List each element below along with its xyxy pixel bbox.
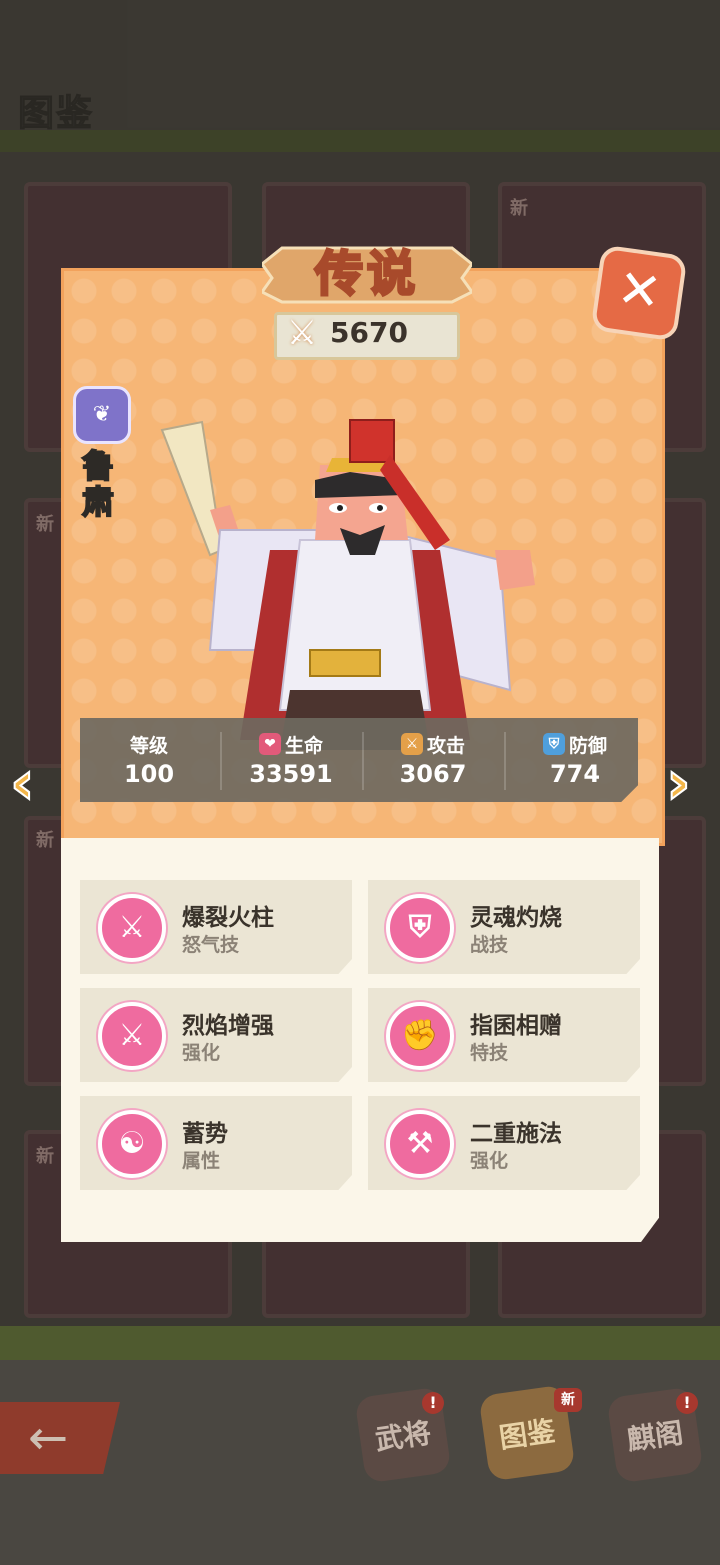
stat-value: 100	[123, 760, 175, 788]
skill-type: 强化	[470, 1150, 509, 1172]
stat-value: 33591	[249, 760, 333, 788]
skill-card[interactable]: ✊ 指囷相赠 特技	[368, 988, 640, 1082]
stat-attack: ⚔ 攻击 3067	[368, 730, 498, 788]
axe-icon: ⚒	[386, 1110, 454, 1178]
skill-name: 指囷相赠	[470, 1013, 562, 1039]
heart-icon: ❤	[258, 733, 281, 755]
skill-name: 烈焰增强	[182, 1013, 274, 1039]
bottom-bar	[0, 1360, 720, 1565]
skill-name: 爆裂火柱	[182, 905, 274, 931]
stat-label: 等级	[129, 734, 168, 757]
nav-tab-label: 将	[400, 1416, 434, 1453]
power-value: 5670	[330, 316, 408, 349]
skill-card[interactable]: ⚔ 烈焰增强 强化	[80, 988, 352, 1082]
skill-type: 强化	[182, 1042, 221, 1064]
fist-icon: ✊	[386, 1002, 454, 1070]
shield-icon: ⛨	[542, 733, 565, 755]
new-badge: 新	[554, 1388, 582, 1412]
skill-type: 怒气技	[182, 934, 240, 956]
dragon-icon: ☯	[98, 1110, 166, 1178]
stat-divider	[220, 732, 222, 790]
skill-type: 战技	[470, 934, 509, 956]
skill-type: 属性	[182, 1150, 221, 1172]
footer-divider	[0, 1326, 720, 1360]
nav-tab-label: 鉴	[524, 1414, 558, 1451]
hero-portrait	[160, 419, 535, 750]
flame-sword-icon: ⚔	[98, 1002, 166, 1070]
soul-shield-icon: ⛨	[386, 894, 454, 962]
stat-level: 等级 100	[84, 730, 214, 789]
stat-hp: ❤ 生命 33591	[226, 730, 356, 788]
hero-name: 鲁肃	[81, 447, 115, 521]
stat-value: 3067	[399, 760, 467, 788]
stat-value: 774	[549, 760, 601, 788]
stat-divider	[362, 732, 364, 790]
stat-label: 防御	[568, 734, 607, 757]
skill-card[interactable]: ⚒ 二重施法 强化	[368, 1096, 640, 1190]
stat-label: 攻击	[426, 734, 465, 757]
rarity-label: 传说	[313, 245, 419, 304]
stat-divider	[504, 732, 506, 790]
skill-name: 蓄势	[182, 1121, 228, 1147]
prev-hero-arrow-icon[interactable]: ‹	[9, 747, 36, 819]
back-arrow-icon: ←	[28, 1410, 69, 1466]
stat-defense: ⛨ 防御 774	[510, 730, 640, 788]
skill-card[interactable]: ☯ 蓄势 属性	[80, 1096, 352, 1190]
sword-icon: ⚔	[400, 733, 423, 755]
skill-type: 特技	[470, 1042, 509, 1064]
skill-name: 灵魂灼烧	[470, 905, 562, 931]
nav-tab-label: 阁	[652, 1416, 686, 1453]
close-button[interactable]: ✕	[590, 244, 688, 342]
skill-name: 二重施法	[470, 1121, 562, 1147]
next-hero-arrow-icon[interactable]: ›	[665, 747, 692, 819]
skill-card[interactable]: ⛨ 灵魂灼烧 战技	[368, 880, 640, 974]
notification-badge: !	[676, 1392, 698, 1414]
flame-sword-icon: ⚔	[98, 894, 166, 962]
feather-icon: ❦	[73, 386, 131, 444]
crossed-swords-icon: ⚔	[286, 313, 318, 353]
notification-badge: !	[422, 1392, 444, 1414]
stat-label: 生命	[284, 734, 323, 757]
skill-card[interactable]: ⚔ 爆裂火柱 怒气技	[80, 880, 352, 974]
